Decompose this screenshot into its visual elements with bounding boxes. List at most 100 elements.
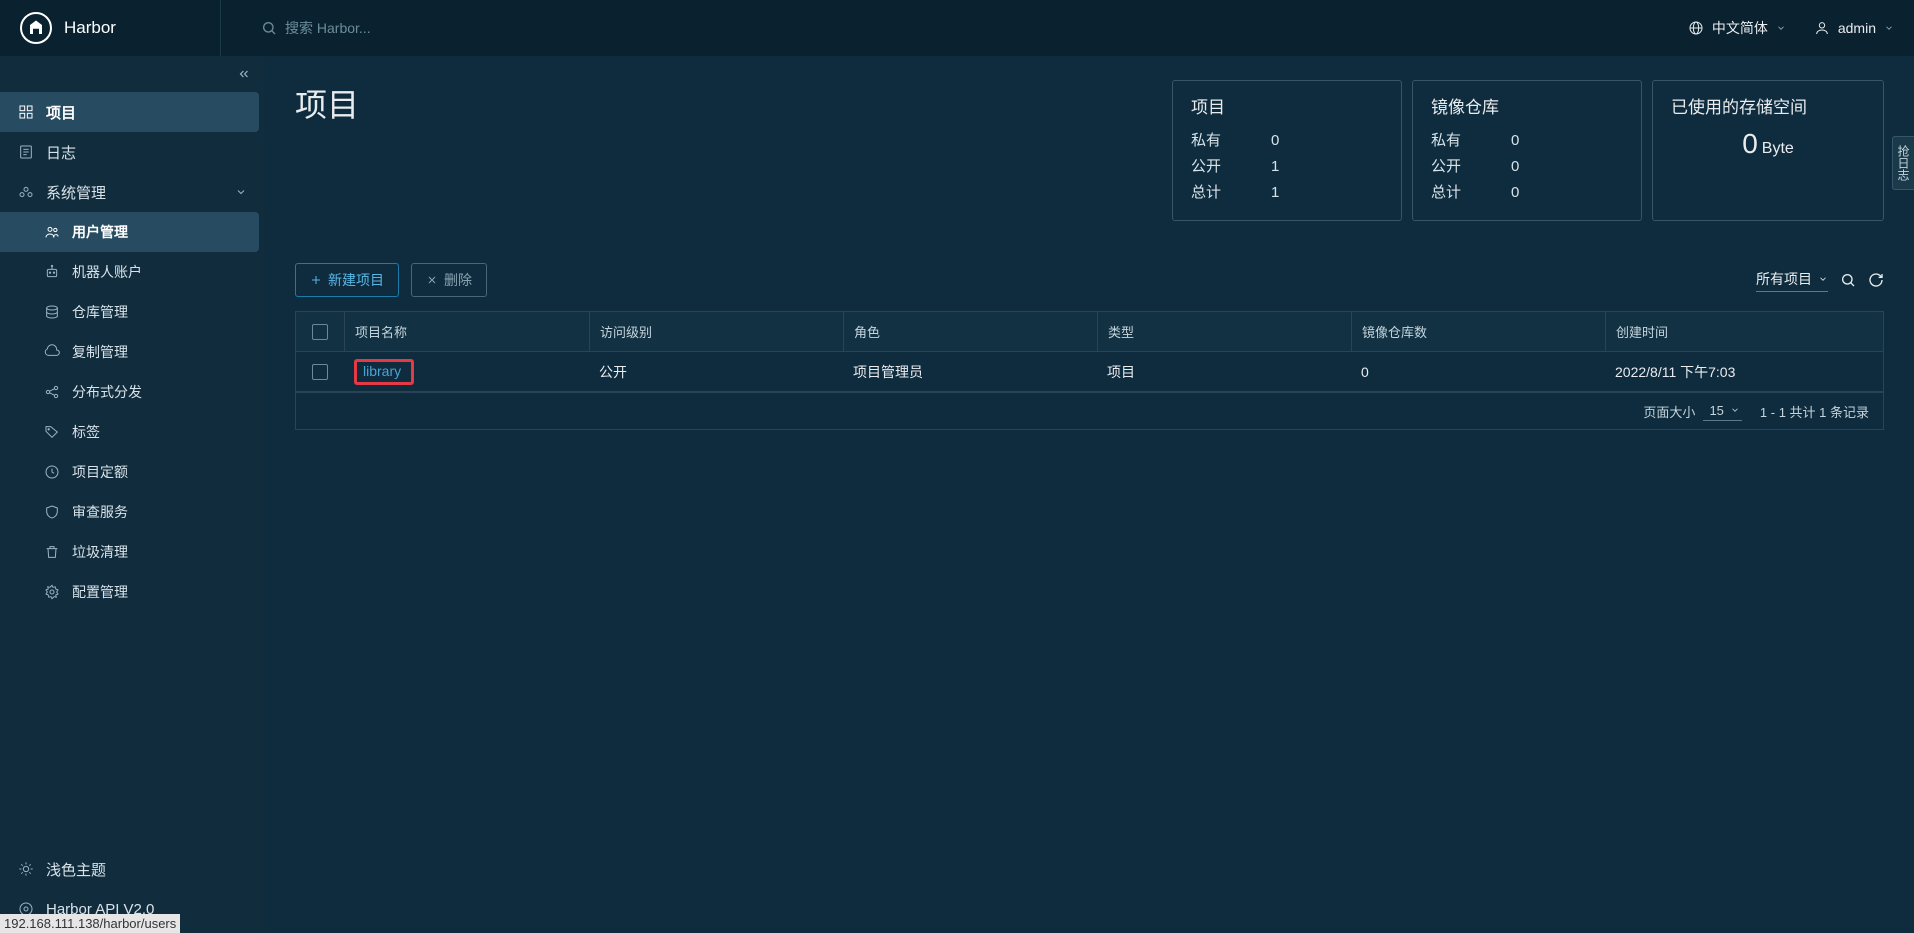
checkbox-icon [312,364,328,380]
row-select-cell[interactable] [296,352,344,391]
delete-button[interactable]: 删除 [411,263,487,297]
card-row-label: 总计 [1191,180,1271,206]
gear-icon [44,584,60,600]
search-icon [261,20,277,36]
summary-cards: 项目 私有0 公开1 总计1 镜像仓库 私有0 公开0 总计0 已使用的存储空间… [1172,80,1884,221]
checkbox-icon [312,324,328,340]
sidebar-item-label: 配置管理 [72,582,128,602]
projects-icon [18,104,34,120]
sidebar-item-users[interactable]: 用户管理 [0,212,259,252]
table-header-row: 项目名称 访问级别 角色 类型 镜像仓库数 创建时间 [296,312,1883,352]
sidebar-item-label: 浅色主题 [46,859,106,880]
users-icon [44,224,60,240]
toolbar-right: 所有项目 [1756,269,1884,292]
sidebar-nav: 项目 日志 系统管理 用户管理 机器人账户 仓库管理 [0,92,265,849]
page-size-dropdown[interactable]: 15 [1703,401,1741,421]
filter-label: 所有项目 [1756,269,1812,289]
card-title: 镜像仓库 [1431,93,1623,118]
card-row-label: 公开 [1431,154,1511,180]
sidebar-item-gc[interactable]: 垃圾清理 [0,532,265,572]
quota-icon [44,464,60,480]
chevron-down-icon [1884,23,1894,33]
card-row-label: 总计 [1431,180,1511,206]
share-icon [44,384,60,400]
search-input[interactable] [285,20,485,36]
user-label: admin [1838,20,1876,36]
project-filter-dropdown[interactable]: 所有项目 [1756,269,1828,292]
table-footer: 页面大小 15 1 - 1 共计 1 条记录 [295,393,1884,430]
card-row-value: 0 [1511,128,1519,154]
logs-icon [18,144,34,160]
chevron-down-icon [1818,274,1828,284]
harbor-logo-icon [20,12,52,44]
card-title: 项目 [1191,93,1383,118]
card-storage: 已使用的存储空间 0Byte [1652,80,1884,221]
table-toolbar: 新建项目 删除 所有项目 [295,263,1884,297]
column-header-time[interactable]: 创建时间 [1605,312,1883,351]
sidebar-item-config[interactable]: 配置管理 [0,572,265,612]
column-header-access[interactable]: 访问级别 [589,312,843,351]
card-row-value: 0 [1511,154,1519,180]
sidebar-item-label: 项目 [46,102,76,123]
storage-number: 0 [1742,128,1758,159]
sun-icon [18,861,34,877]
cell-access: 公开 [589,352,843,391]
select-all-cell[interactable] [296,312,344,351]
annotation-highlight: library [354,359,414,385]
tag-icon [44,424,60,440]
sidebar-item-labels[interactable]: 标签 [0,412,265,452]
column-header-type[interactable]: 类型 [1097,312,1351,351]
sidebar-item-label: 日志 [46,142,76,163]
browser-status-bar: 192.168.111.138/harbor/users [0,914,180,933]
page-top-row: 项目 项目 私有0 公开1 总计1 镜像仓库 私有0 公开0 总计0 已使用的存… [295,80,1884,221]
pagination-summary: 1 - 1 共计 1 条记录 [1760,402,1869,421]
page-size-label: 页面大小 [1643,402,1695,421]
sidebar-item-interrogation[interactable]: 审查服务 [0,492,265,532]
button-label: 新建项目 [328,270,384,290]
sidebar-item-robots[interactable]: 机器人账户 [0,252,265,292]
sidebar-item-label: 仓库管理 [72,302,128,322]
sidebar-item-registries[interactable]: 仓库管理 [0,292,265,332]
side-tab[interactable]: 抢日志 [1892,136,1914,190]
sidebar-item-logs[interactable]: 日志 [0,132,265,172]
card-row-value: 0 [1271,128,1279,154]
refresh-icon[interactable] [1868,272,1884,288]
column-header-repos[interactable]: 镜像仓库数 [1351,312,1605,351]
button-label: 删除 [444,270,472,290]
card-row-label: 私有 [1431,128,1511,154]
robot-icon [44,264,60,280]
sidebar: 项目 日志 系统管理 用户管理 机器人账户 仓库管理 [0,56,265,933]
sidebar-collapse-button[interactable] [0,56,265,92]
sidebar-item-distribution[interactable]: 分布式分发 [0,372,265,412]
card-row-label: 私有 [1191,128,1271,154]
global-search[interactable] [220,0,485,56]
card-row-value: 1 [1271,180,1279,206]
sidebar-item-label: 分布式分发 [72,382,142,402]
column-header-name[interactable]: 项目名称 [344,312,589,351]
close-icon [426,274,438,286]
sidebar-item-label: 项目定额 [72,462,128,482]
new-project-button[interactable]: 新建项目 [295,263,399,297]
sidebar-item-quotas[interactable]: 项目定额 [0,452,265,492]
sidebar-item-replication[interactable]: 复制管理 [0,332,265,372]
column-header-role[interactable]: 角色 [843,312,1097,351]
sidebar-item-label: 审查服务 [72,502,128,522]
plus-icon [310,274,322,286]
sidebar-item-projects[interactable]: 项目 [0,92,259,132]
language-switcher[interactable]: 中文简体 [1688,18,1786,38]
card-projects: 项目 私有0 公开1 总计1 [1172,80,1402,221]
language-label: 中文简体 [1712,18,1768,38]
project-name-link[interactable]: library [363,363,401,379]
user-menu[interactable]: admin [1814,20,1894,36]
brand-wrap: Harbor [20,12,220,44]
page-size-selector: 页面大小 15 [1643,401,1741,421]
chevron-down-icon [235,186,247,198]
card-repos: 镜像仓库 私有0 公开0 总计0 [1412,80,1642,221]
shield-icon [44,504,60,520]
registry-icon [44,304,60,320]
app-header: Harbor 中文简体 admin [0,0,1914,56]
sidebar-item-admin[interactable]: 系统管理 [0,172,265,212]
sidebar-item-theme[interactable]: 浅色主题 [0,849,265,889]
search-icon[interactable] [1840,272,1856,288]
sidebar-item-label: 用户管理 [72,222,128,242]
